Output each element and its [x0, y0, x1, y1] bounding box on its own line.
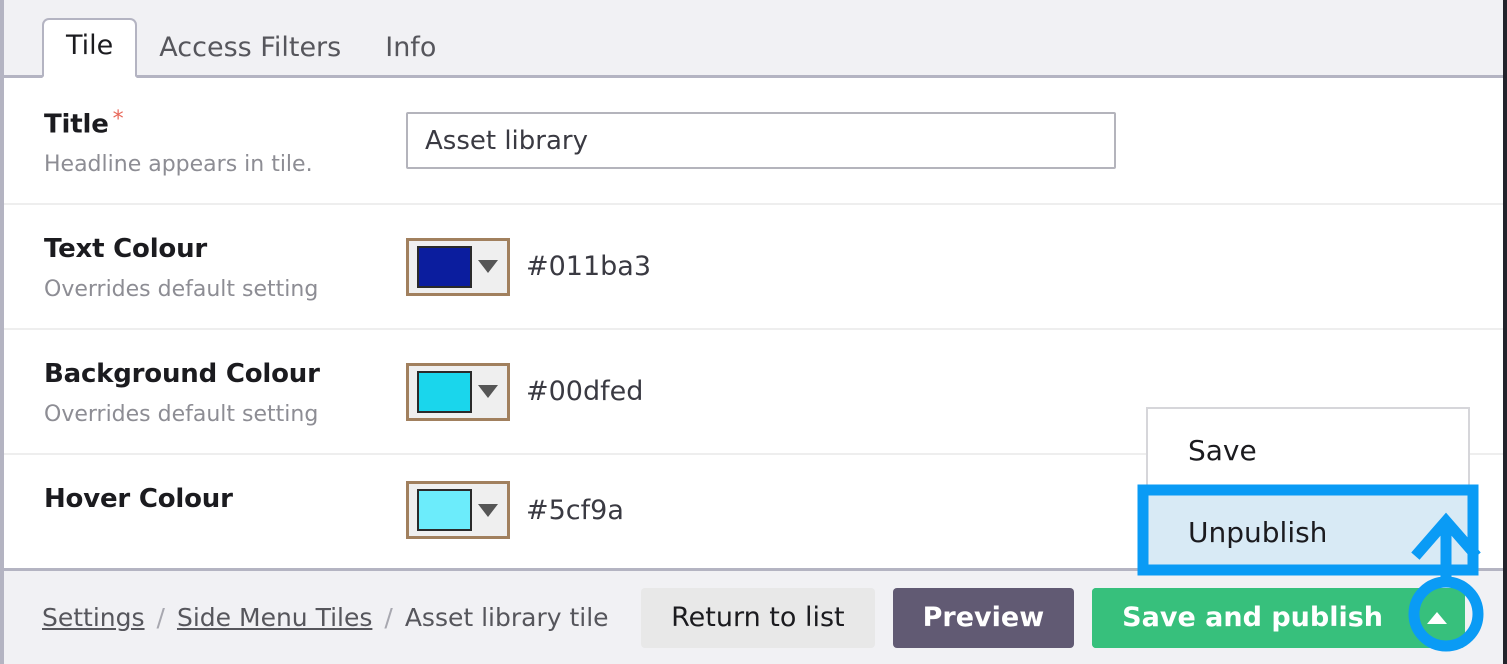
tab-access-filters-label: Access Filters [159, 31, 342, 63]
chevron-down-icon [478, 503, 498, 517]
title-label-wrap: Title * [44, 107, 406, 139]
save-and-publish-split-button: Save and publish [1092, 587, 1465, 648]
breadcrumb-side-menu-tiles[interactable]: Side Menu Tiles [177, 603, 372, 632]
text-colour-label: Text Colour [44, 234, 208, 265]
text-colour-swatch [417, 245, 472, 288]
form-row-title: Title * Headline appears in tile. [4, 78, 1503, 203]
breadcrumb-separator: / [156, 603, 165, 632]
return-to-list-button[interactable]: Return to list [641, 587, 875, 648]
tile-editor-window: Tile Access Filters Info Title * Headline… [0, 0, 1507, 664]
title-field-col [406, 104, 1463, 177]
background-colour-swatch [417, 370, 472, 413]
hover-colour-label: Hover Colour [44, 484, 233, 515]
background-colour-label-col: Background Colour Overrides default sett… [44, 356, 406, 427]
required-asterisk: * [112, 107, 124, 132]
text-colour-hint: Overrides default setting [44, 277, 319, 303]
chevron-down-icon [478, 385, 498, 399]
chevron-down-icon [478, 260, 498, 274]
form-row-text-colour: Text Colour Overrides default setting #0… [4, 203, 1503, 328]
menu-item-unpublish-label: Unpublish [1188, 515, 1328, 549]
background-colour-control: #00dfed [406, 362, 644, 421]
footer-bar: Settings / Side Menu Tiles / Asset libra… [4, 568, 1503, 664]
save-and-publish-button[interactable]: Save and publish [1092, 587, 1409, 648]
tab-strip: Tile Access Filters Info [4, 0, 1503, 78]
background-colour-hint: Overrides default setting [44, 402, 319, 428]
chevron-up-icon [1427, 611, 1447, 624]
tab-info[interactable]: Info [363, 22, 458, 75]
footer-actions: Return to list Preview Save and publish [641, 587, 1465, 648]
title-label: Title [44, 109, 109, 140]
hover-colour-swatch [417, 489, 472, 532]
title-label-col: Title * Headline appears in tile. [44, 104, 406, 177]
hover-colour-label-col: Hover Colour [44, 481, 406, 539]
text-colour-hex-value: #011ba3 [526, 251, 652, 283]
menu-item-save-label: Save [1188, 433, 1257, 467]
tab-tile[interactable]: Tile [42, 17, 138, 78]
hover-colour-hex-value: #5cf9a [526, 494, 624, 526]
save-options-dropdown: Save Unpublish [1146, 407, 1470, 575]
menu-item-unpublish[interactable]: Unpublish [1148, 491, 1468, 573]
tab-info-label: Info [385, 31, 437, 63]
menu-item-save[interactable]: Save [1148, 409, 1468, 491]
breadcrumb-separator: / [384, 603, 393, 632]
text-colour-picker-button[interactable] [406, 237, 510, 296]
background-colour-picker-button[interactable] [406, 362, 510, 421]
breadcrumb-settings[interactable]: Settings [42, 603, 145, 632]
breadcrumb: Settings / Side Menu Tiles / Asset libra… [42, 603, 609, 632]
title-input[interactable] [406, 112, 1116, 170]
text-colour-label-col: Text Colour Overrides default setting [44, 231, 406, 302]
tab-tile-label: Tile [66, 29, 114, 61]
hover-colour-control: #5cf9a [406, 481, 624, 540]
background-colour-label: Background Colour [44, 359, 320, 390]
tab-access-filters[interactable]: Access Filters [137, 22, 363, 75]
text-colour-field-col: #011ba3 [406, 231, 1463, 302]
title-hint: Headline appears in tile. [44, 152, 313, 178]
background-colour-hex-value: #00dfed [526, 376, 644, 408]
breadcrumb-current: Asset library tile [404, 603, 609, 632]
text-colour-control: #011ba3 [406, 237, 652, 296]
hover-colour-picker-button[interactable] [406, 481, 510, 540]
save-options-toggle-button[interactable] [1409, 587, 1465, 648]
preview-button[interactable]: Preview [892, 587, 1075, 648]
